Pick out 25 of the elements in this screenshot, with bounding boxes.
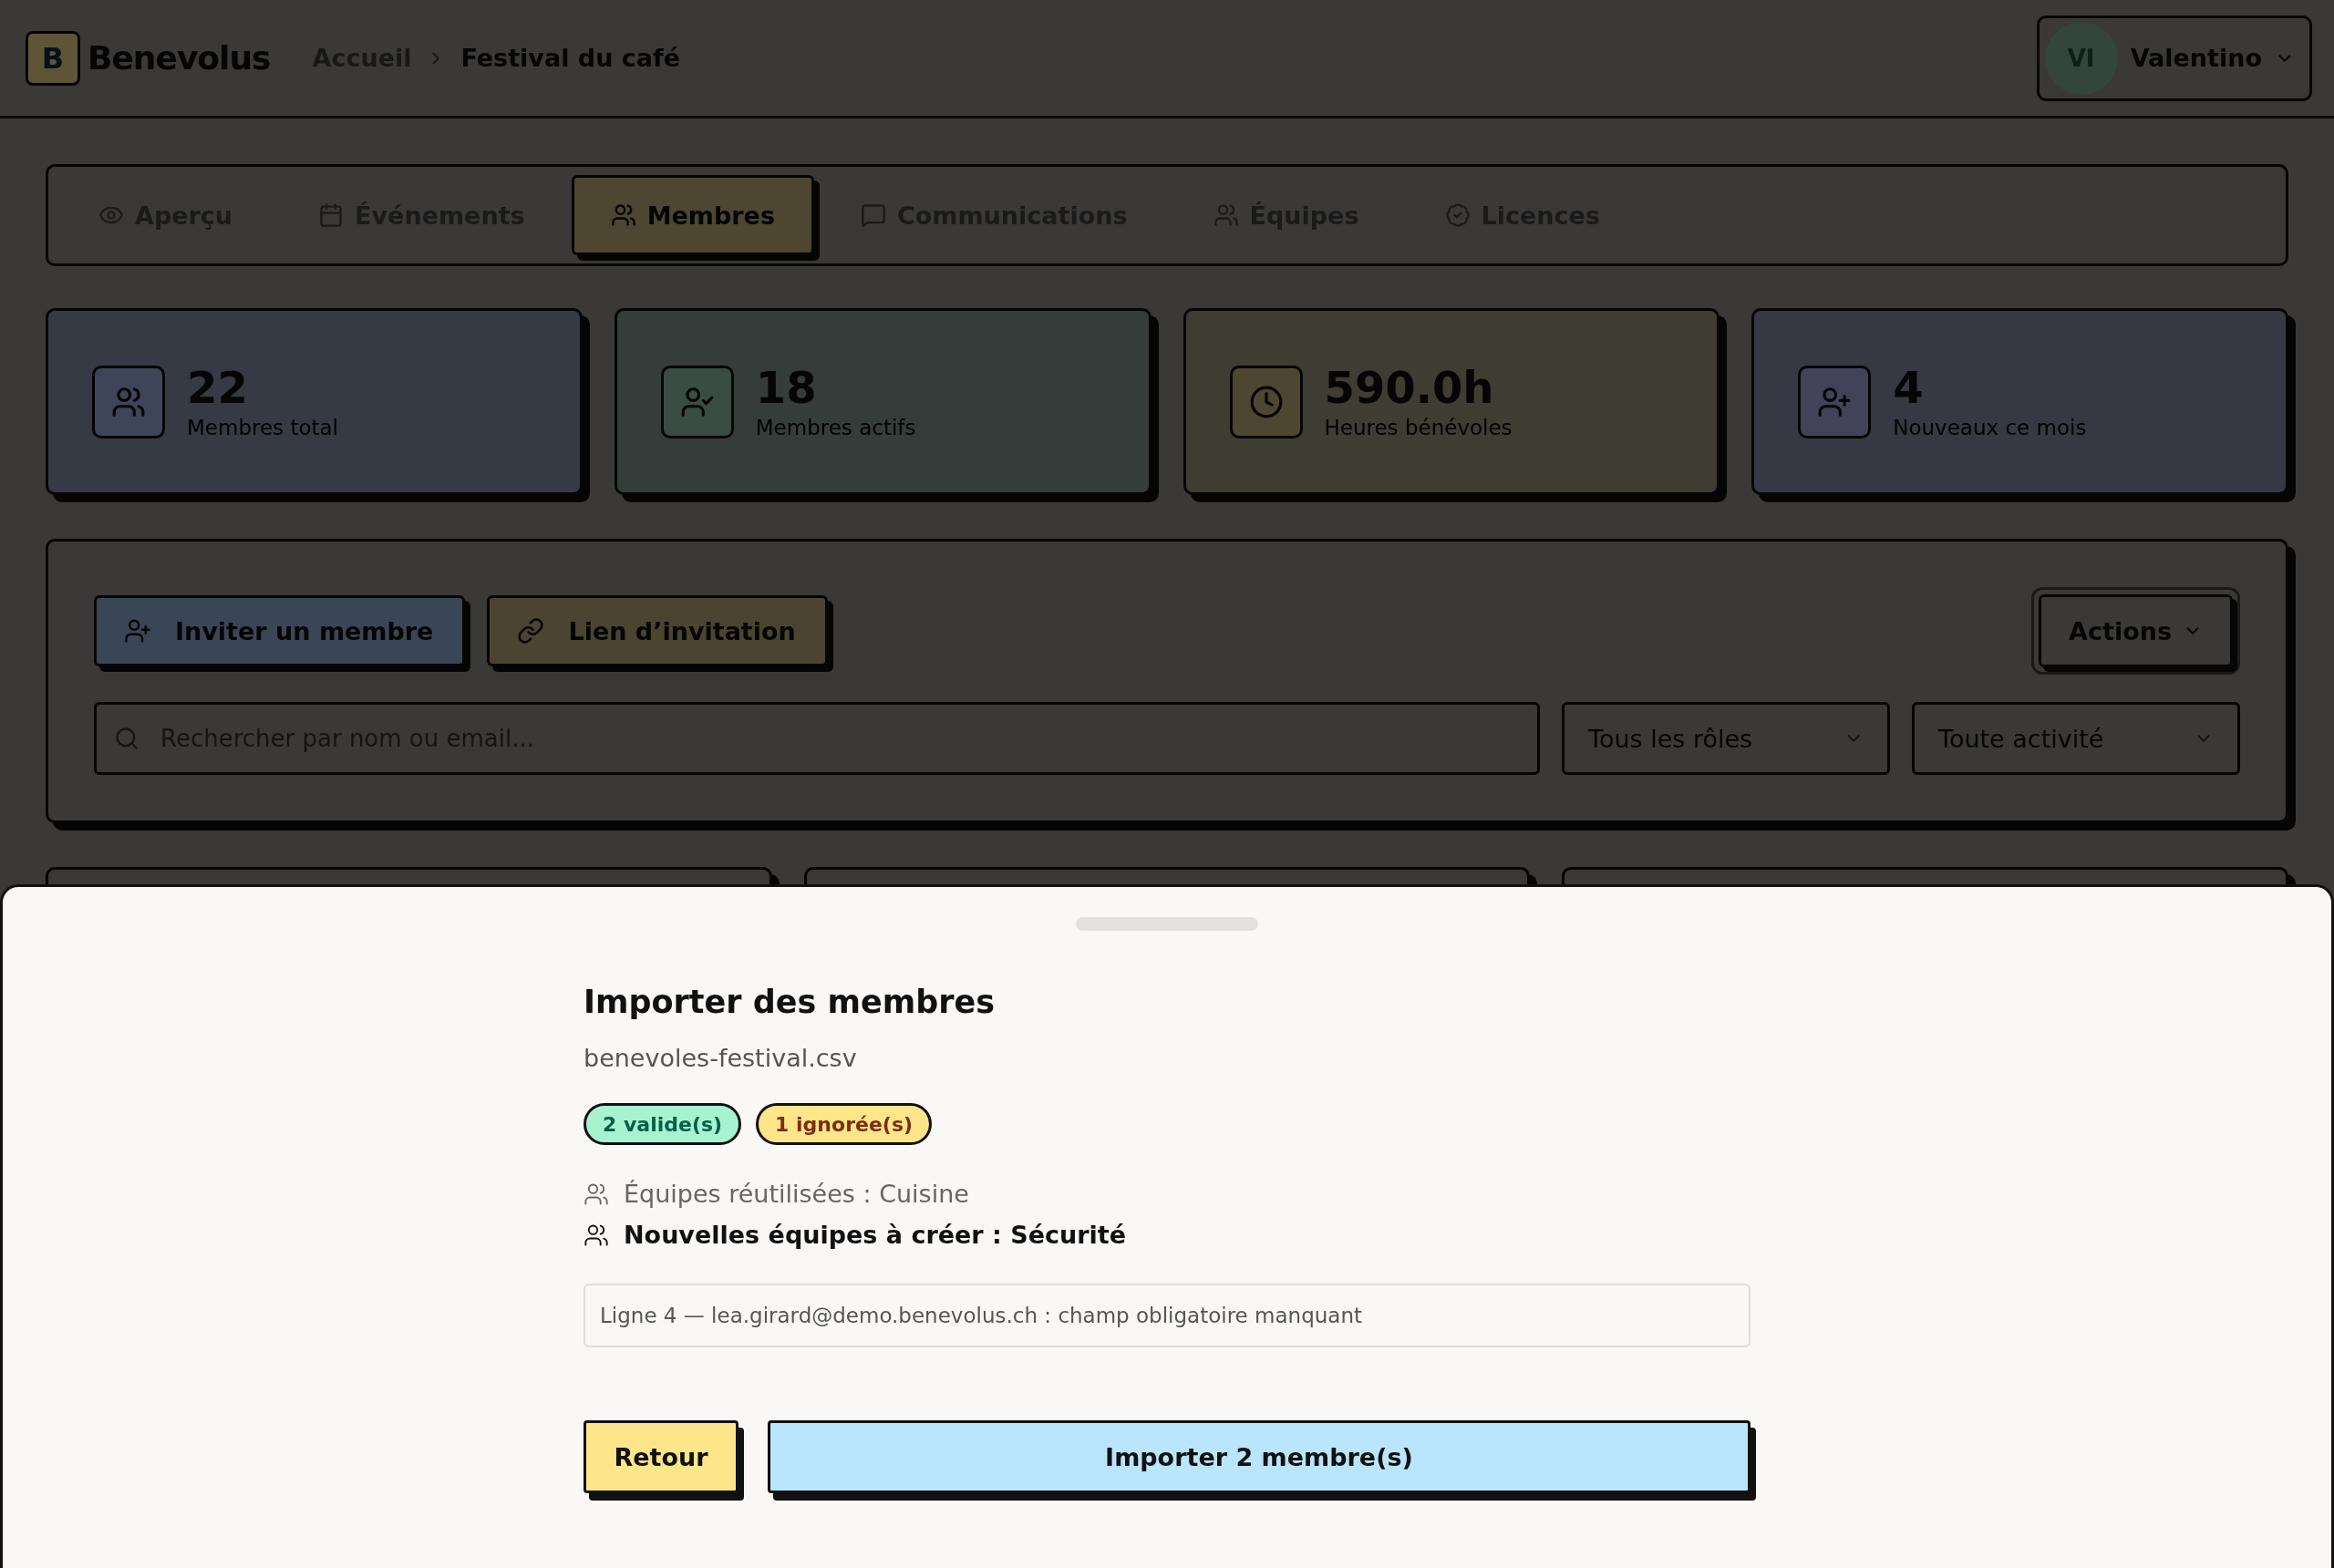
error-message: Ligne 4 — lea.girard@demo.benevolus.ch : champ obligatoire manquant: [600, 1304, 1363, 1327]
file-name: benevoles-festival.csv: [584, 1044, 858, 1072]
team-summary: Équipes réutilisées : Cuisine: [624, 1180, 969, 1208]
stat-label: Nouveaux ce mois: [1893, 415, 2087, 439]
stat-value: 22: [187, 364, 249, 412]
team-summary: Nouvelles équipes à créer : Sécurité: [624, 1221, 1127, 1249]
stat-label: Membres total: [187, 415, 338, 439]
logo[interactable]: B: [26, 30, 80, 86]
badge-check-icon: [1444, 202, 1471, 228]
sheet-title: Importer des membres: [584, 984, 997, 1020]
chat-icon: [860, 202, 886, 228]
calendar-icon: [318, 202, 345, 228]
search-icon: [114, 726, 139, 751]
link-icon: [517, 617, 545, 645]
stat-label: Heures bénévoles: [1324, 415, 1513, 439]
people-icon: [1213, 202, 1239, 228]
stat-value: 18: [755, 364, 818, 412]
people-icon: [610, 202, 636, 228]
status-badge: 1 ignorée(s): [756, 1103, 933, 1145]
user-plus-icon: [124, 617, 151, 645]
stat-label: Membres actifs: [755, 415, 916, 439]
status-badge: 2 valide(s): [584, 1103, 742, 1145]
clock-icon: [1248, 384, 1284, 419]
stat-value: 590.0h: [1324, 364, 1495, 412]
stat-value: 4: [1893, 364, 1925, 412]
